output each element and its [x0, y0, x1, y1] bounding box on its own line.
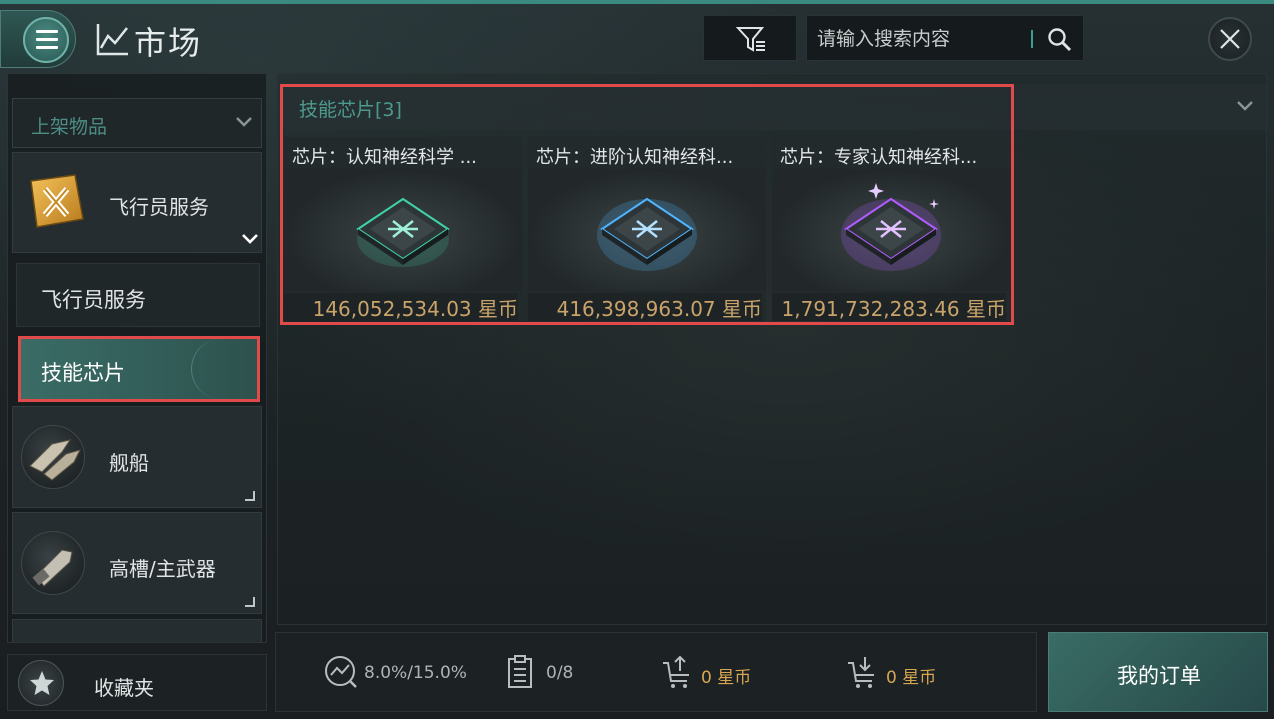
category-ships[interactable]: 舰船: [12, 406, 262, 508]
category-label: 飞行员服务: [109, 195, 209, 219]
my-orders-label: 我的订单: [1117, 664, 1201, 688]
star-icon: [30, 671, 54, 695]
chevron-down-icon: [242, 234, 258, 244]
item-card[interactable]: 芯片：专家认知神经科... 1,791,732,283.46 星币: [772, 137, 1010, 321]
chip-icon: [356, 197, 450, 267]
expand-corner-icon: [245, 491, 255, 501]
close-icon: [1220, 29, 1240, 49]
sell-total-value: 0 星币: [701, 668, 752, 688]
clipboard-icon: [508, 655, 532, 688]
item-price: 1,791,732,283.46 星币: [772, 293, 1006, 321]
tax-rate-value: 8.0%/15.0%: [364, 663, 467, 683]
subcategory-label: 技能芯片: [41, 361, 125, 385]
menu-button[interactable]: [0, 10, 76, 68]
market-chart-icon: [96, 24, 128, 56]
group-title: 技能芯片[3]: [299, 99, 402, 121]
cart-download-icon: [848, 657, 874, 688]
item-name: 芯片：认知神经科学 ...: [292, 147, 477, 168]
listing-dropdown[interactable]: 上架物品: [12, 98, 262, 148]
chip-icon: [841, 183, 941, 271]
item-card[interactable]: 芯片：进阶认知神经科... 416,398,963.07 星币: [528, 137, 766, 321]
subcategory-label: 飞行员服务: [41, 288, 146, 312]
my-orders-button[interactable]: 我的订单: [1048, 632, 1268, 712]
menu-icon: [36, 30, 58, 50]
weapon-icon: [21, 531, 85, 595]
pilot-services-icon: [30, 174, 84, 228]
cart-upload-icon: [663, 655, 689, 688]
category-partial-item[interactable]: [12, 619, 262, 642]
item-price: 146,052,534.03 星币: [284, 293, 518, 321]
order-count-value: 0/8: [546, 663, 574, 683]
item-image: [528, 169, 766, 291]
buy-total-value: 0 星币: [886, 668, 937, 688]
item-image: [284, 169, 522, 291]
filter-button[interactable]: [703, 15, 797, 61]
item-image: [772, 169, 1010, 291]
star-icon-wrap: [18, 660, 64, 706]
chevron-down-icon: [1237, 101, 1253, 111]
ship-icon: [21, 425, 85, 489]
filter-icon: [736, 27, 765, 52]
chevron-down-icon: [236, 117, 252, 127]
favorites-button[interactable]: 收藏夹: [7, 654, 267, 711]
tax-chart-icon: [325, 656, 357, 688]
item-name: 芯片：专家认知神经科...: [780, 147, 978, 168]
top-accent-line: [0, 0, 1274, 4]
subcategory-pilot-services[interactable]: 飞行员服务: [16, 263, 260, 327]
close-button[interactable]: [1208, 17, 1252, 61]
listing-dropdown-label: 上架物品: [31, 116, 108, 138]
selection-decoration: [191, 339, 261, 399]
search-separator: [1031, 30, 1033, 48]
chip-icon: [597, 197, 697, 271]
market-stats-bar: 8.0%/15.0% 0/8 0 星币 0 星币: [275, 632, 1037, 712]
favorites-label: 收藏夹: [94, 676, 154, 700]
expand-corner-icon: [245, 597, 255, 607]
category-label: 舰船: [109, 451, 149, 475]
item-card[interactable]: 芯片：认知神经科学 ... 146,052,534.03 星币: [284, 137, 522, 321]
search-icon[interactable]: [1047, 27, 1073, 53]
search-input[interactable]: [817, 26, 1027, 52]
page-title: 市场: [134, 24, 203, 62]
category-label: 高槽/主武器: [109, 557, 216, 581]
subcategory-skill-chips[interactable]: 技能芯片: [18, 336, 260, 402]
category-pilot-services[interactable]: 飞行员服务: [12, 152, 262, 253]
item-list-panel: 技能芯片[3] 芯片：认知神经科学 ... 146,052,534.03 星币 …: [277, 73, 1268, 625]
item-name: 芯片：进阶认知神经科...: [536, 147, 734, 168]
search-box: [806, 15, 1084, 61]
item-price: 416,398,963.07 星币: [528, 293, 762, 321]
category-sidebar: 上架物品 飞行员服务 飞行员服务 技能芯片 舰船 高槽/主武器: [7, 73, 267, 643]
group-header-skill-chips[interactable]: 技能芯片[3]: [278, 84, 1268, 130]
category-high-slot-weapons[interactable]: 高槽/主武器: [12, 512, 262, 614]
